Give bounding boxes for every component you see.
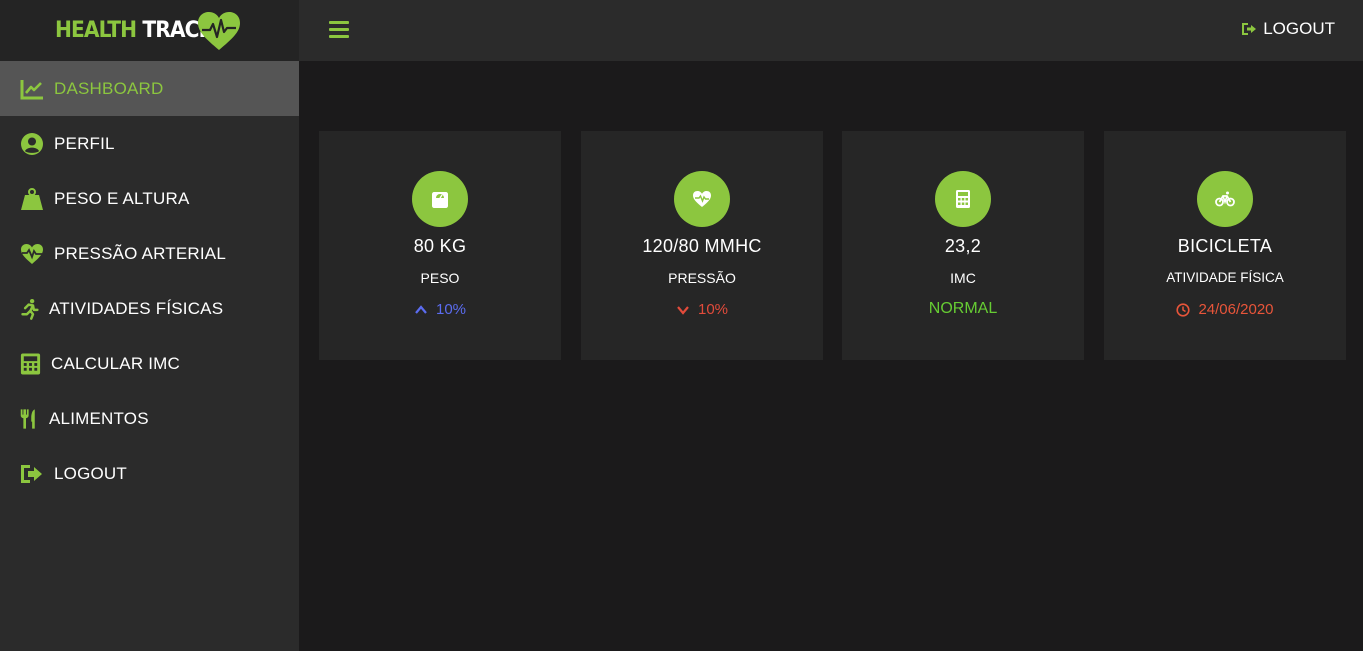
sidebar-item-label: ATIVIDADES FÍSICAS — [49, 298, 224, 318]
sidebar-item-label: PERFIL — [54, 133, 115, 153]
stat-trend: 10% — [581, 301, 823, 318]
running-icon — [19, 296, 40, 322]
clock-icon — [1176, 302, 1191, 317]
sidebar-item-logout[interactable]: LOGOUT — [0, 446, 299, 501]
stat-label: IMC — [950, 270, 976, 286]
chevron-down-icon — [677, 305, 689, 315]
top-bar: HEALTH TRACK LOGOUT — [0, 0, 1363, 61]
stat-date: 24/06/2020 — [1104, 301, 1346, 318]
stat-value: 120/80 MMHC — [642, 236, 762, 256]
stat-card-atividade[interactable]: BICICLETA ATIVIDADE FÍSICA 24/06/2020 — [1104, 131, 1346, 360]
stat-value: 80 KG — [413, 236, 467, 256]
stat-date-value: 24/06/2020 — [1198, 301, 1274, 318]
sidebar-item-label: CALCULAR IMC — [51, 353, 180, 373]
calculator-icon — [935, 171, 991, 227]
utensils-icon — [19, 406, 40, 432]
sign-out-icon — [1242, 23, 1257, 35]
stat-trend-value: 10% — [697, 301, 729, 318]
stat-label: ATIVIDADE FÍSICA — [1166, 270, 1284, 285]
sidebar-item-alimentos[interactable]: ALIMENTOS — [0, 391, 299, 446]
brand-name-health: HEALTH — [55, 18, 137, 43]
sidebar-item-perfil[interactable]: PERFIL — [0, 116, 299, 171]
sidebar-item-calcular-imc[interactable]: CALCULAR IMC — [0, 336, 299, 391]
scale-icon — [412, 171, 468, 227]
stat-card-imc[interactable]: 23,2 IMC NORMAL — [842, 131, 1084, 360]
sidebar-item-atividades-fisicas[interactable]: ATIVIDADES FÍSICAS — [0, 281, 299, 336]
chevron-up-icon — [415, 304, 427, 314]
sign-out-icon — [19, 461, 45, 487]
stat-status-value: NORMAL — [928, 300, 998, 317]
stat-value: 23,2 — [944, 236, 982, 256]
sidebar-item-peso-e-altura[interactable]: PESO E ALTURA — [0, 171, 299, 226]
sidebar-item-label: PRESSÃO ARTERIAL — [54, 243, 227, 263]
brand-logo[interactable]: HEALTH TRACK — [0, 0, 299, 61]
hamburger-icon[interactable] — [329, 21, 349, 39]
brand-name: HEALTH TRACK — [55, 18, 214, 43]
heartbeat-icon — [19, 241, 45, 267]
sidebar-item-label: ALIMENTOS — [49, 408, 149, 428]
sidebar-item-pressao-arterial[interactable]: PRESSÃO ARTERIAL — [0, 226, 299, 281]
user-circle-icon — [19, 131, 45, 157]
sidebar-item-label: PESO E ALTURA — [54, 188, 190, 208]
header-logout-button[interactable]: LOGOUT — [1241, 19, 1335, 39]
stat-card-pressao[interactable]: 120/80 MMHC PRESSÃO 10% — [581, 131, 823, 360]
stat-status: NORMAL — [842, 300, 1084, 318]
weight-icon — [19, 186, 45, 212]
bicycle-icon — [1197, 171, 1253, 227]
stat-card-peso[interactable]: 80 KG PESO 10% — [319, 131, 561, 360]
stat-label: PRESSÃO — [668, 270, 736, 286]
chart-line-icon — [19, 76, 45, 102]
heartbeat-icon — [674, 171, 730, 227]
sidebar-item-label: LOGOUT — [54, 463, 127, 483]
stat-trend-value: 10% — [435, 301, 467, 318]
sidebar-item-dashboard[interactable]: DASHBOARD — [0, 61, 299, 116]
calculator-icon — [19, 351, 42, 377]
stat-trend: 10% — [319, 301, 561, 318]
stat-value: BICICLETA — [1177, 236, 1273, 256]
header-logout-label: LOGOUT — [1263, 19, 1335, 38]
heart-pulse-icon — [198, 12, 240, 50]
stat-label: PESO — [420, 270, 460, 286]
sidebar: DASHBOARD PERFIL PESO E ALTURA PRESSÃO A… — [0, 61, 299, 651]
sidebar-item-label: DASHBOARD — [54, 78, 164, 98]
